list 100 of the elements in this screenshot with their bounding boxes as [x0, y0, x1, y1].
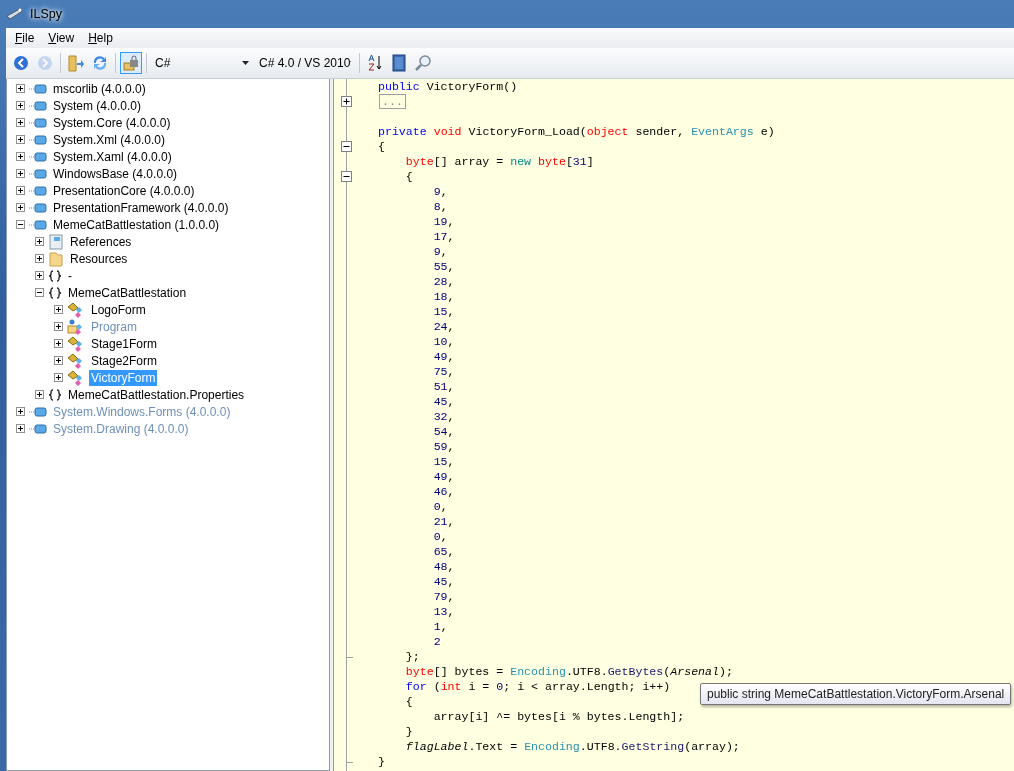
- tree-item[interactable]: MemeCatBattlestation: [66, 284, 189, 301]
- code-line: 19,: [432, 214, 455, 229]
- braces-icon: [48, 388, 62, 401]
- assembly-icon: [29, 168, 47, 179]
- tree-item[interactable]: System.Xaml (4.0.0.0): [51, 148, 174, 165]
- expand-toggle[interactable]: [54, 373, 63, 382]
- assembly-icon: [29, 100, 47, 111]
- assembly-icon: [29, 185, 47, 196]
- class-icon: [67, 352, 85, 369]
- code-line: 59,: [432, 439, 455, 454]
- toolbar-button[interactable]: [65, 52, 87, 74]
- code-line: }: [404, 724, 413, 739]
- tree-item[interactable]: System.Xml (4.0.0.0): [51, 131, 168, 148]
- expand-toggle[interactable]: [54, 356, 63, 365]
- tree-item[interactable]: Resources: [68, 250, 130, 267]
- menu-item[interactable]: View: [41, 31, 82, 45]
- tree-item[interactable]: PresentationCore (4.0.0.0): [51, 182, 197, 199]
- code-line: 15,: [432, 304, 455, 319]
- tree-item[interactable]: -: [66, 267, 74, 284]
- expand-toggle[interactable]: [16, 203, 25, 212]
- code-line: 15,: [432, 454, 455, 469]
- expand-toggle[interactable]: [54, 339, 63, 348]
- expand-toggle[interactable]: [16, 424, 25, 433]
- tree-item[interactable]: MemeCatBattlestation (1.0.0.0): [51, 216, 222, 233]
- tree-item[interactable]: MemeCatBattlestation.Properties: [66, 386, 247, 403]
- expand-toggle[interactable]: [16, 186, 25, 195]
- language-dropdown[interactable]: C#: [151, 53, 253, 73]
- references-icon: [48, 233, 64, 250]
- tree-item[interactable]: PresentationFramework (4.0.0.0): [51, 199, 231, 216]
- tree-item[interactable]: Stage2Form: [89, 352, 160, 369]
- expand-toggle[interactable]: [35, 390, 44, 399]
- code-line: 51,: [432, 379, 455, 394]
- tree-item[interactable]: mscorlib (4.0.0.0): [51, 80, 148, 97]
- code-line: 28,: [432, 274, 455, 289]
- menu-item[interactable]: File: [8, 31, 42, 45]
- code-line: 21,: [432, 514, 455, 529]
- code-line: flagLabel.Text = Encoding.UTF8.GetString(array);: [404, 739, 740, 754]
- assembly-icon: [29, 134, 47, 145]
- tree-item[interactable]: System.Core (4.0.0.0): [51, 114, 173, 131]
- expand-toggle[interactable]: [35, 254, 44, 263]
- tree-item[interactable]: Stage1Form: [89, 335, 160, 352]
- tree-item[interactable]: System (4.0.0.0): [51, 97, 144, 114]
- collapse-toggle[interactable]: [35, 288, 44, 297]
- expand-toggle[interactable]: [35, 271, 44, 280]
- tree-item[interactable]: Program: [89, 318, 139, 335]
- code-line: 17,: [432, 229, 455, 244]
- expand-toggle[interactable]: [16, 152, 25, 161]
- tree-item[interactable]: WindowsBase (4.0.0.0): [51, 165, 180, 182]
- code-line: {: [378, 139, 385, 154]
- version-dropdown[interactable]: C# 4.0 / VS 2010: [255, 53, 355, 73]
- open-folder-icon: [67, 54, 85, 72]
- expand-toggle[interactable]: [54, 322, 63, 331]
- lock-icon: [123, 55, 139, 71]
- code-line: private void VictoryForm_Load(object sender, EventArgs e): [378, 124, 775, 139]
- code-line: 45,: [432, 574, 455, 589]
- code-line: 2: [432, 634, 441, 649]
- tree-item[interactable]: System.Drawing (4.0.0.0): [51, 420, 191, 437]
- expand-toggle[interactable]: [16, 169, 25, 178]
- class-envelope-icon: [67, 318, 85, 335]
- expand-toggle[interactable]: [35, 237, 44, 246]
- braces-icon: [48, 286, 62, 299]
- code-line: 49,: [432, 349, 455, 364]
- code-line: };: [404, 649, 420, 664]
- assembly-icon: [29, 151, 47, 162]
- code-line: 9,: [432, 184, 448, 199]
- toolbar-button[interactable]: [120, 52, 142, 74]
- code-line: }: [378, 754, 385, 769]
- code-line: 9,: [432, 244, 448, 259]
- tree-item[interactable]: References: [68, 233, 134, 250]
- code-line: {: [404, 694, 413, 709]
- menu-item[interactable]: Help: [81, 31, 120, 45]
- code-line: byte[] array = new byte[31]: [404, 154, 594, 169]
- collapse-toggle[interactable]: [16, 220, 25, 229]
- collapse-fold-icon[interactable]: [341, 171, 352, 182]
- assembly-icon: [29, 117, 47, 128]
- code-line: 32,: [432, 409, 455, 424]
- code-line: 55,: [432, 259, 455, 274]
- expand-toggle[interactable]: [16, 101, 25, 110]
- code-line: 45,: [432, 394, 455, 409]
- code-line: 18,: [432, 289, 455, 304]
- app-icon: [6, 7, 24, 21]
- code-line: byte[] bytes = Encoding.UTF8.GetBytes(Arsenal);: [404, 664, 733, 679]
- code-line: 8,: [432, 199, 448, 214]
- tree-item[interactable]: System.Windows.Forms (4.0.0.0): [51, 403, 233, 420]
- search-icon: [414, 54, 432, 72]
- code-line: 0,: [432, 529, 448, 544]
- expand-toggle[interactable]: [16, 135, 25, 144]
- code-line: 75,: [432, 364, 455, 379]
- tree-item[interactable]: LogoForm: [89, 301, 148, 318]
- expand-toggle[interactable]: [54, 305, 63, 314]
- expand-toggle[interactable]: [16, 407, 25, 416]
- collapse-fold-icon[interactable]: [341, 141, 352, 152]
- class-icon: [67, 335, 85, 352]
- book-icon: [392, 54, 406, 72]
- code-line: 13,: [432, 604, 455, 619]
- braces-icon: [48, 269, 62, 282]
- expand-toggle[interactable]: [16, 84, 25, 93]
- expand-toggle[interactable]: [16, 118, 25, 127]
- expand-fold-icon[interactable]: [341, 96, 352, 107]
- code-line: 24,: [432, 319, 455, 334]
